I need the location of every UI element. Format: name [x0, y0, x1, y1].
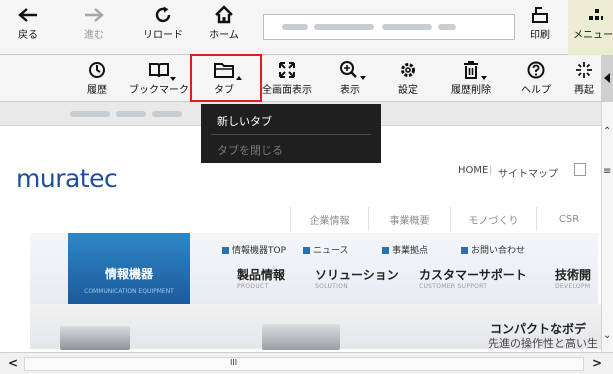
history-button[interactable]: 履歴: [72, 55, 122, 97]
history-delete-button[interactable]: 履歴削除: [441, 55, 501, 97]
home-icon: [213, 4, 235, 26]
printer-icon: [530, 4, 550, 26]
main-nav-products[interactable]: 製品情報: [237, 266, 285, 283]
settings-button[interactable]: 設定: [383, 55, 433, 97]
forward-button[interactable]: 進む: [72, 0, 116, 42]
header-search-box[interactable]: [574, 163, 586, 176]
sub-link-news[interactable]: ニュース: [303, 243, 349, 256]
scroll-down-arrow-icon[interactable]: ⌄: [603, 330, 611, 341]
header-divider: |: [489, 165, 493, 176]
reload-button[interactable]: リロード: [138, 0, 188, 42]
section-subtitle: COMMUNICATION EQUIPMENT: [84, 288, 174, 295]
dropdown-caret-icon: [360, 76, 366, 80]
tab-menu: 新しいタブ タブを閉じる: [201, 104, 381, 163]
menu-item-new-tab[interactable]: 新しいタブ: [217, 113, 272, 129]
header-link-sitemap[interactable]: サイトマップ: [498, 165, 558, 180]
nav-tab-business[interactable]: 事業概要: [368, 207, 450, 231]
horizontal-scrollbar[interactable]: < III >: [0, 352, 613, 374]
scroll-thumb-grip[interactable]: III: [230, 358, 237, 367]
menu-item-close-tab[interactable]: タブを閉じる: [217, 142, 283, 158]
muratec-logo[interactable]: muratec: [16, 164, 118, 193]
vertical-scrollbar[interactable]: ⌃ ≡ ⌄: [601, 102, 613, 352]
main-nav-solution[interactable]: ソリューション: [315, 266, 399, 283]
zoom-icon: [339, 59, 366, 81]
product-image-printer[interactable]: [60, 326, 130, 350]
main-nav-products-sub: PRODUCT: [237, 283, 269, 290]
nav-tab-company[interactable]: 企業情報: [290, 207, 368, 231]
sub-link-top[interactable]: 情報機器TOP: [222, 243, 286, 256]
tab-highlight-frame: [190, 54, 262, 102]
section-title-box[interactable]: 情報機器 COMMUNICATION EQUIPMENT: [68, 233, 190, 304]
scroll-track[interactable]: III: [24, 357, 584, 371]
main-nav-solution-sub: SOLUTION: [315, 283, 349, 290]
menu-button-inner[interactable]: メニュー: [568, 0, 613, 42]
dropdown-caret-icon: [170, 77, 176, 81]
address-bar[interactable]: [263, 14, 515, 40]
sub-link-offices[interactable]: 事業拠点: [382, 243, 428, 256]
main-nav-support-sub: CUSTOMER SUPPORT: [419, 283, 488, 290]
trash-icon: [461, 59, 487, 81]
dropdown-caret-icon: [481, 76, 487, 80]
nav-tab-csr[interactable]: CSR: [536, 207, 601, 231]
forward-arrow-icon: [83, 4, 105, 26]
main-nav-tech-sub: DEVELOPM: [555, 283, 591, 290]
nav-tab-monozukuri[interactable]: モノづくり: [450, 207, 536, 231]
help-button[interactable]: ヘルプ: [512, 55, 560, 97]
scroll-menu-icon[interactable]: ≡: [603, 166, 611, 177]
scroll-up-arrow-icon[interactable]: ⌃: [603, 126, 611, 137]
book-icon: [148, 59, 176, 81]
reload-icon: [152, 4, 174, 26]
sub-link-contact[interactable]: お問い合わせ: [461, 243, 525, 256]
view-button[interactable]: 表示: [325, 55, 375, 97]
fullscreen-button[interactable]: 全画面表示: [256, 55, 318, 97]
clock-icon: [87, 59, 107, 81]
home-button[interactable]: ホーム: [202, 0, 246, 42]
menu-divider: [211, 134, 371, 135]
promo-text: 先進の操作性と高い生: [488, 337, 598, 350]
menu-grid-icon: [583, 4, 603, 26]
gear-icon: [398, 59, 418, 81]
back-button[interactable]: 戻る: [6, 0, 50, 42]
replay-button[interactable]: 再起: [562, 55, 606, 97]
main-nav-support[interactable]: カスタマーサポート: [419, 266, 527, 283]
side-panel-handle[interactable]: [601, 55, 613, 102]
main-nav-tech[interactable]: 技術開: [555, 266, 591, 283]
back-arrow-icon: [17, 4, 39, 26]
fullscreen-icon: [277, 59, 297, 81]
help-icon: [526, 59, 546, 81]
print-button[interactable]: 印刷: [520, 0, 560, 42]
product-image-mfp[interactable]: [262, 324, 340, 350]
sparkle-icon: [575, 59, 593, 81]
section-title: 情報機器: [104, 267, 153, 281]
bookmark-button[interactable]: ブックマーク: [129, 55, 189, 97]
scroll-right-arrow-icon[interactable]: >: [592, 356, 602, 370]
scroll-left-arrow-icon[interactable]: <: [8, 356, 18, 370]
header-link-home[interactable]: HOME: [458, 165, 488, 176]
